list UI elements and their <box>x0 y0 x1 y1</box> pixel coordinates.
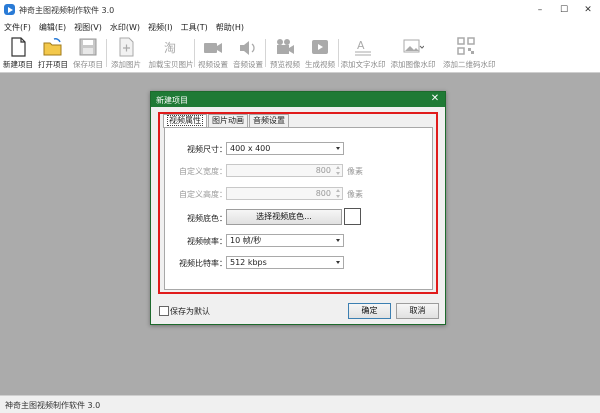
text-watermark-icon: A <box>355 39 371 56</box>
add-text-watermark-button[interactable]: A 添加文字水印 <box>340 36 386 70</box>
tab-video-properties[interactable]: 视频属性 <box>163 114 207 128</box>
spin-arrows-icon[interactable] <box>336 189 341 198</box>
frame-rate-select[interactable]: 10 帧/秒 <box>226 234 344 247</box>
toolbar: 新建项目 打开项目 保存项目 添加图片 淘 加载宝贝图片 视频设置 音频设置 预… <box>0 34 600 73</box>
menu-tools[interactable]: 工具(T) <box>177 22 212 33</box>
bitrate-select[interactable]: 512 kbps <box>226 256 344 269</box>
title-bar: 神奇主图视频制作软件 3.0 – ☐ ✕ <box>0 0 600 21</box>
custom-height-input[interactable]: 800 <box>226 187 343 200</box>
video-properties-panel: 视频尺寸： 400 x 400 自定义宽度： 800 像素 自定义高度： 800… <box>164 127 433 290</box>
menu-watermark[interactable]: 水印(W) <box>106 22 144 33</box>
new-project-icon <box>11 37 26 57</box>
status-bar: 神奇主图视频制作软件 3.0 <box>0 395 600 413</box>
add-image-button[interactable]: 添加图片 <box>103 36 149 70</box>
close-icon[interactable]: ✕ <box>576 2 600 18</box>
new-project-dialog: 新建项目 ✕ 视频属性 图片动画 音频设置 视频尺寸： 400 x 400 自定… <box>150 91 446 325</box>
dialog-title-bar: 新建项目 ✕ <box>151 92 445 107</box>
custom-height-label: 自定义高度： <box>179 190 227 199</box>
dialog-tabs: 视频属性 图片动画 音频设置 <box>163 114 290 128</box>
video-size-label: 视频尺寸： <box>187 145 227 154</box>
toolbar-separator <box>338 39 339 67</box>
dialog-title: 新建项目 <box>156 96 188 105</box>
preview-video-icon <box>277 39 294 54</box>
choose-bg-color-button[interactable]: 选择视频底色... <box>226 209 342 225</box>
app-logo-icon <box>4 4 15 15</box>
menu-video[interactable]: 视频(I) <box>144 22 177 33</box>
bg-color-swatch[interactable] <box>344 208 361 225</box>
svg-text:A: A <box>357 39 365 52</box>
menu-help[interactable]: 帮助(H) <box>212 22 248 33</box>
bitrate-label: 视频比特率： <box>179 259 227 268</box>
custom-width-input[interactable]: 800 <box>226 164 343 177</box>
menu-edit[interactable]: 编辑(E) <box>35 22 70 33</box>
menu-view[interactable]: 视图(V) <box>70 22 106 33</box>
chevron-down-icon <box>336 261 340 264</box>
tab-image-animation[interactable]: 图片动画 <box>208 114 248 127</box>
save-default-checkbox[interactable] <box>159 306 169 316</box>
window-title: 神奇主图视频制作软件 3.0 <box>19 6 115 15</box>
save-default-label: 保存为默认 <box>170 307 210 316</box>
audio-settings-icon <box>240 41 255 55</box>
dialog-close-icon[interactable]: ✕ <box>429 93 441 104</box>
ok-button[interactable]: 确定 <box>348 303 391 319</box>
bg-color-label: 视频底色： <box>187 214 227 223</box>
save-project-icon <box>79 38 97 56</box>
chevron-down-icon <box>336 147 340 150</box>
load-product-images-button[interactable]: 淘 加载宝贝图片 <box>148 36 194 70</box>
svg-text:淘: 淘 <box>164 41 176 55</box>
minimize-icon[interactable]: – <box>528 2 552 18</box>
open-project-icon <box>43 38 62 56</box>
generate-video-button[interactable]: 生成视频 <box>297 36 343 70</box>
custom-width-label: 自定义宽度： <box>179 167 227 176</box>
cancel-button[interactable]: 取消 <box>396 303 439 319</box>
menu-file[interactable]: 文件(F) <box>0 22 35 33</box>
frame-rate-label: 视频帧率： <box>187 237 227 246</box>
add-image-watermark-button[interactable]: 添加图像水印 <box>390 36 436 70</box>
spin-arrows-icon[interactable] <box>336 166 341 175</box>
tab-audio-settings[interactable]: 音频设置 <box>249 114 289 127</box>
add-image-icon <box>119 37 134 57</box>
image-watermark-icon <box>403 39 424 53</box>
add-qrcode-watermark-button[interactable]: 添加二维码水印 <box>443 36 496 70</box>
status-text: 神奇主图视频制作软件 3.0 <box>5 401 101 410</box>
chevron-down-icon <box>336 239 340 242</box>
menu-bar: 文件(F) 编辑(E) 视图(V) 水印(W) 视频(I) 工具(T) 帮助(H… <box>0 20 600 34</box>
maximize-icon[interactable]: ☐ <box>552 2 576 18</box>
width-unit: 像素 <box>347 167 363 176</box>
qrcode-watermark-icon <box>457 37 475 55</box>
load-product-images-icon: 淘 <box>164 41 176 55</box>
video-size-select[interactable]: 400 x 400 <box>226 142 344 155</box>
height-unit: 像素 <box>347 190 363 199</box>
generate-video-icon <box>312 40 328 54</box>
video-settings-icon <box>204 43 222 53</box>
